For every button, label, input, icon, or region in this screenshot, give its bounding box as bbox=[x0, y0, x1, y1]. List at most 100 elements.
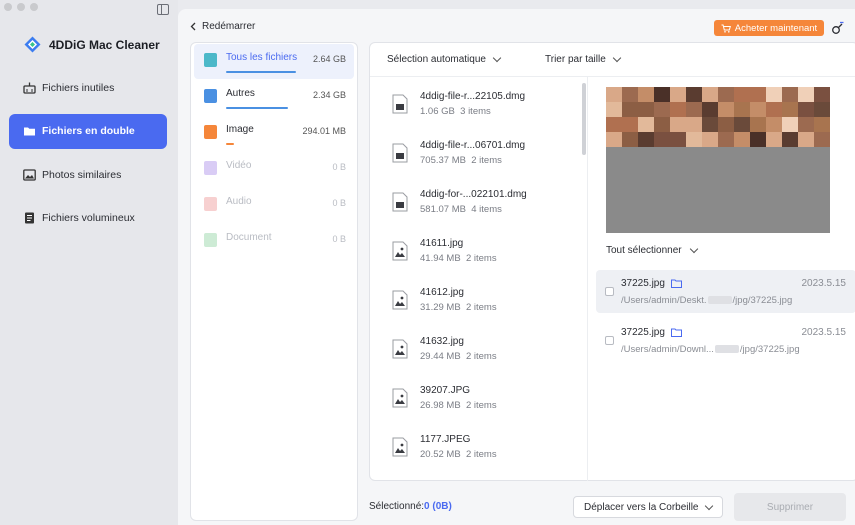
file-size: 1.06 GB bbox=[420, 105, 455, 117]
preview-pixel bbox=[638, 87, 654, 102]
category-usage-bar bbox=[226, 107, 288, 109]
preview-pixel bbox=[654, 102, 670, 117]
app-name: 4DDiG Mac Cleaner bbox=[49, 37, 160, 52]
file-count: 2 items bbox=[471, 154, 502, 166]
list-item[interactable]: 4ddig-for-...022101.dmg 581.07 MB 4 item… bbox=[382, 177, 580, 226]
sidebar-item-label: Fichiers volumineux bbox=[42, 212, 135, 224]
category-size: 2.34 GB bbox=[312, 90, 346, 100]
preview-pixel bbox=[782, 102, 798, 117]
open-folder-icon[interactable] bbox=[670, 279, 682, 288]
sidebar-item-duplicate-files[interactable]: Fichiers en double bbox=[9, 113, 167, 149]
folder-icon bbox=[23, 125, 36, 137]
preview-pixel bbox=[734, 117, 750, 132]
preview-pixel bbox=[766, 87, 782, 102]
others-icon bbox=[204, 89, 217, 103]
list-item[interactable]: 41632.jpg 29.44 MB 2 items bbox=[382, 324, 580, 373]
broom-icon bbox=[23, 82, 36, 94]
auto-select-label: Sélection automatique bbox=[387, 54, 486, 65]
duplicate-path: /Users/admin/Deskt. bbox=[621, 295, 707, 306]
auto-select-dropdown[interactable]: Sélection automatique bbox=[387, 53, 502, 65]
list-item[interactable]: 39207.JPG 26.98 MB 2 items bbox=[382, 373, 580, 422]
list-item[interactable]: 1177.JPEG 20.52 MB 2 items bbox=[382, 422, 580, 471]
category-size: 0 B bbox=[332, 162, 346, 172]
sidebar-item-junk-files[interactable]: Fichiers inutiles bbox=[9, 70, 167, 105]
duplicate-name: 37225.jpg bbox=[621, 327, 665, 338]
file-count: 2 items bbox=[465, 350, 497, 362]
list-item[interactable]: 4ddig-file-r...22105.dmg 1.06 GB 3 items bbox=[382, 79, 580, 128]
category-others[interactable]: Autres 2.34 GB bbox=[194, 80, 354, 115]
preview-pixel bbox=[798, 117, 814, 132]
sidebar: 4DDiG Mac Cleaner Fichiers inutiles Fich… bbox=[0, 0, 178, 525]
preview-pixel bbox=[622, 87, 638, 102]
file-name: 1177.JPEG bbox=[420, 433, 471, 445]
preview-pixel bbox=[702, 132, 718, 147]
close-window-button[interactable] bbox=[4, 3, 12, 11]
scrollbar[interactable] bbox=[582, 83, 586, 155]
brand: 4DDiG Mac Cleaner bbox=[24, 36, 160, 53]
delete-button[interactable]: Supprimer bbox=[734, 493, 846, 521]
checkbox[interactable] bbox=[605, 287, 614, 296]
back-button[interactable]: Redémarrer bbox=[190, 21, 255, 32]
file-size: 20.52 MB bbox=[420, 448, 461, 460]
category-list: Tous les fichiers 2.64 GB Autres 2.34 GB… bbox=[190, 42, 358, 521]
preview-pixel bbox=[622, 117, 638, 132]
selected-label: Sélectionné: bbox=[369, 501, 425, 512]
duplicate-date: 2023.5.15 bbox=[801, 327, 847, 338]
preview-pixel bbox=[734, 102, 750, 117]
category-video[interactable]: Vidéo 0 B bbox=[194, 152, 354, 187]
preview-pixel bbox=[606, 102, 622, 117]
preview-pixel bbox=[670, 102, 686, 117]
back-label: Redémarrer bbox=[202, 21, 256, 32]
preview-pixel bbox=[750, 87, 766, 102]
list-item[interactable]: 41612.jpg 31.29 MB 2 items bbox=[382, 275, 580, 324]
chevron-left-icon bbox=[190, 22, 196, 31]
file-count: 2 items bbox=[465, 301, 497, 313]
open-folder-icon[interactable] bbox=[670, 328, 682, 337]
category-label: Audio bbox=[226, 196, 252, 207]
preview-pixel bbox=[750, 102, 766, 117]
results-panel: Sélection automatique Trier par taille 4… bbox=[369, 42, 855, 481]
file-name: 41632.jpg bbox=[420, 335, 464, 347]
move-to-trash-select[interactable]: Déplacer vers la Corbeille bbox=[573, 496, 723, 518]
duplicate-group-list: 4ddig-file-r...22105.dmg 1.06 GB 3 items… bbox=[382, 79, 580, 471]
preview-pixel bbox=[798, 102, 814, 117]
category-size: 2.64 GB bbox=[312, 54, 346, 64]
zoom-window-button[interactable] bbox=[30, 3, 38, 11]
preview-pixel bbox=[766, 117, 782, 132]
sidebar-toggle-icon[interactable] bbox=[157, 4, 169, 15]
sidebar-item-similar-photos[interactable]: Photos similaires bbox=[9, 157, 167, 192]
preview-pixel bbox=[654, 87, 670, 102]
category-audio[interactable]: Audio 0 B bbox=[194, 188, 354, 223]
document-icon bbox=[23, 212, 36, 224]
category-image[interactable]: Image 294.01 MB bbox=[194, 116, 354, 151]
preview-pixel bbox=[718, 102, 734, 117]
list-item[interactable]: 4ddig-file-r...06701.dmg 705.37 MB 2 ite… bbox=[382, 128, 580, 177]
minimize-window-button[interactable] bbox=[17, 3, 25, 11]
checkbox[interactable] bbox=[605, 336, 614, 345]
category-label: Image bbox=[226, 124, 254, 135]
category-usage-bar bbox=[226, 71, 296, 73]
preview-pixel bbox=[814, 102, 830, 117]
preview-pixel bbox=[782, 87, 798, 102]
preview-pixel bbox=[702, 102, 718, 117]
preview-pixel bbox=[686, 87, 702, 102]
preview-pixel bbox=[702, 87, 718, 102]
divider bbox=[370, 76, 855, 77]
account-icon[interactable] bbox=[831, 21, 845, 35]
file-size: 581.07 MB bbox=[420, 203, 466, 215]
sort-dropdown[interactable]: Trier par taille bbox=[545, 53, 622, 65]
list-item[interactable]: 41611.jpg 41.94 MB 2 items bbox=[382, 226, 580, 275]
preview-pixel bbox=[750, 132, 766, 147]
sidebar-item-large-files[interactable]: Fichiers volumineux bbox=[9, 201, 167, 236]
duplicate-item[interactable]: 37225.jpg 2023.5.15 /Users/admin/Deskt. /… bbox=[596, 270, 855, 313]
duplicate-item[interactable]: 37225.jpg 2023.5.15 /Users/admin/Downl..… bbox=[596, 319, 855, 362]
preview-pixel bbox=[654, 117, 670, 132]
selected-value: 0 (0B) bbox=[424, 501, 452, 512]
select-all-dropdown[interactable]: Tout sélectionner bbox=[606, 244, 698, 256]
preview-pixel bbox=[766, 132, 782, 147]
file-name: 39207.JPG bbox=[420, 384, 471, 396]
category-all-files[interactable]: Tous les fichiers 2.64 GB bbox=[194, 44, 354, 79]
buy-now-button[interactable]: Acheter maintenant bbox=[714, 20, 824, 36]
category-document[interactable]: Document 0 B bbox=[194, 224, 354, 259]
file-size: 29.44 MB bbox=[420, 350, 461, 362]
